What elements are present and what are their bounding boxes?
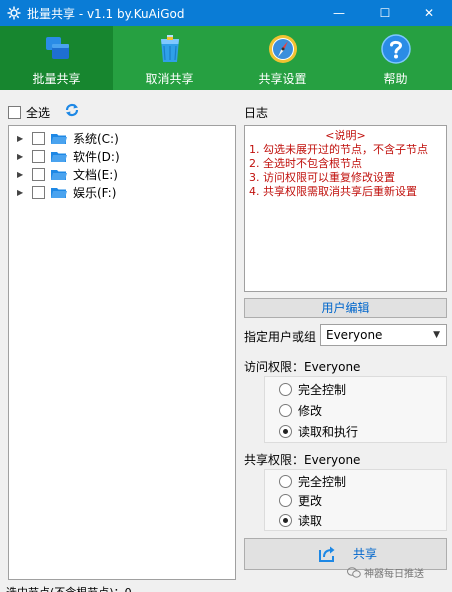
share-option-read[interactable]: 读取 [279, 512, 322, 528]
minimize-button[interactable]: — [316, 0, 362, 26]
log-line: 4. 共享权限需取消共享后重新设置 [249, 185, 417, 198]
select-all-checkbox[interactable]: 全选 [8, 104, 50, 120]
tab-share-settings[interactable]: 共享设置 [226, 26, 339, 90]
refresh-icon[interactable] [64, 102, 80, 118]
radio-label: 完全控制 [298, 382, 347, 397]
access-permission-group: 完全控制 修改 读取和执行 [264, 376, 447, 443]
checkbox[interactable] [32, 167, 45, 181]
log-line: 2. 全选时不包含根节点 [249, 157, 362, 170]
radio-label: 读取 [298, 513, 323, 528]
checkbox[interactable] [32, 149, 45, 163]
tree-item-label: 娱乐(F:) [73, 185, 117, 200]
radio-label: 修改 [298, 403, 323, 418]
access-option-modify[interactable]: 修改 [279, 402, 322, 418]
share-permission-group: 完全控制 更改 读取 [264, 469, 447, 531]
tree-item-c[interactable]: ▶ 系统(C:) [9, 129, 119, 147]
compass-icon [268, 35, 297, 63]
tree-item-e[interactable]: ▶ 文档(E:) [9, 165, 118, 183]
user-edit-button[interactable]: 用户编辑 [244, 298, 447, 318]
tree-item-label: 软件(D:) [73, 149, 120, 164]
trash-icon [160, 35, 179, 62]
tab-label: 帮助 [383, 72, 408, 86]
access-option-read-execute[interactable]: 读取和执行 [279, 423, 358, 439]
maximize-icon: ☐ [379, 6, 391, 20]
tree-item-label: 系统(C:) [73, 131, 119, 146]
access-permission-label: 访问权限：Everyone [244, 360, 361, 374]
checkbox[interactable] [32, 185, 45, 199]
tab-help[interactable]: 帮助 [339, 26, 452, 90]
log-line: 1. 勾选未展开过的节点，不含子节点 [249, 143, 428, 156]
radio-button[interactable] [279, 403, 292, 417]
tree-item-d[interactable]: ▶ 软件(D:) [9, 147, 120, 165]
maximize-button[interactable]: ☐ [362, 0, 408, 26]
select-all-label: 全选 [26, 105, 51, 120]
expand-arrow-icon[interactable]: ▶ [17, 134, 26, 143]
status-text: 选中节点(不含根节点)：0 [6, 584, 132, 592]
tab-cancel-share[interactable]: 取消共享 [113, 26, 226, 90]
title-bar: 批量共享 - v1.1 by.KuAiGod — ☐ ✕ [0, 0, 452, 26]
expand-arrow-icon[interactable]: ▶ [17, 170, 26, 179]
radio-button[interactable] [279, 493, 292, 507]
close-button[interactable]: ✕ [406, 0, 452, 26]
user-group-select[interactable]: Everyone ▼ [320, 324, 447, 346]
windows-share-icon [45, 37, 69, 59]
radio-button[interactable] [279, 382, 292, 396]
user-select-label: 指定用户或组 [244, 330, 317, 344]
user-group-value: Everyone [326, 328, 383, 342]
dropdown-arrow-icon: ▼ [433, 330, 440, 340]
app-icon [7, 6, 21, 20]
share-option-change[interactable]: 更改 [279, 492, 322, 508]
folder-icon [51, 169, 67, 180]
drive-tree[interactable]: ▶ 系统(C:) ▶ 软件(D:) ▶ 文档(E:) ▶ 娱乐(F:) [8, 125, 236, 580]
tab-batch-share[interactable]: 批量共享 [0, 26, 113, 90]
radio-label: 完全控制 [298, 474, 347, 489]
checkbox[interactable] [32, 131, 45, 145]
window-title: 批量共享 - v1.1 by.KuAiGod [27, 7, 185, 21]
log-box[interactable]: <说明> 1. 勾选未展开过的节点，不含子节点 2. 全选时不包含根节点 3. … [244, 125, 447, 292]
expand-arrow-icon[interactable]: ▶ [17, 188, 26, 197]
share-permission-label: 共享权限：Everyone [244, 453, 361, 467]
watermark-text: 神器每日推送 [364, 569, 424, 580]
checkbox[interactable] [8, 105, 21, 119]
tree-item-f[interactable]: ▶ 娱乐(F:) [9, 183, 116, 201]
access-option-full-control[interactable]: 完全控制 [279, 381, 346, 397]
log-line: 3. 访问权限可以重复修改设置 [249, 171, 395, 184]
tab-label: 取消共享 [145, 72, 194, 86]
log-label: 日志 [244, 106, 269, 120]
folder-icon [51, 151, 67, 162]
radio-label: 读取和执行 [298, 424, 359, 439]
folder-icon [51, 187, 67, 198]
wechat-icon [347, 567, 361, 578]
close-icon: ✕ [423, 6, 435, 20]
log-heading: <说明> [325, 129, 366, 142]
main-toolbar: 批量共享 取消共享 共享设置 帮助 [0, 26, 452, 90]
folder-icon [51, 133, 67, 144]
share-option-full-control[interactable]: 完全控制 [279, 473, 346, 489]
radio-button-selected[interactable] [279, 424, 292, 438]
tab-label: 共享设置 [258, 72, 307, 86]
tree-item-label: 文档(E:) [73, 167, 118, 182]
share-arrow-icon [319, 546, 335, 562]
minimize-icon: — [333, 6, 345, 20]
radio-label: 更改 [298, 493, 323, 508]
tab-label: 批量共享 [32, 72, 81, 86]
watermark: 神器每日推送 [347, 565, 424, 580]
expand-arrow-icon[interactable]: ▶ [17, 152, 26, 161]
radio-button[interactable] [279, 474, 292, 488]
help-icon [380, 34, 411, 64]
radio-button-selected[interactable] [279, 513, 292, 527]
